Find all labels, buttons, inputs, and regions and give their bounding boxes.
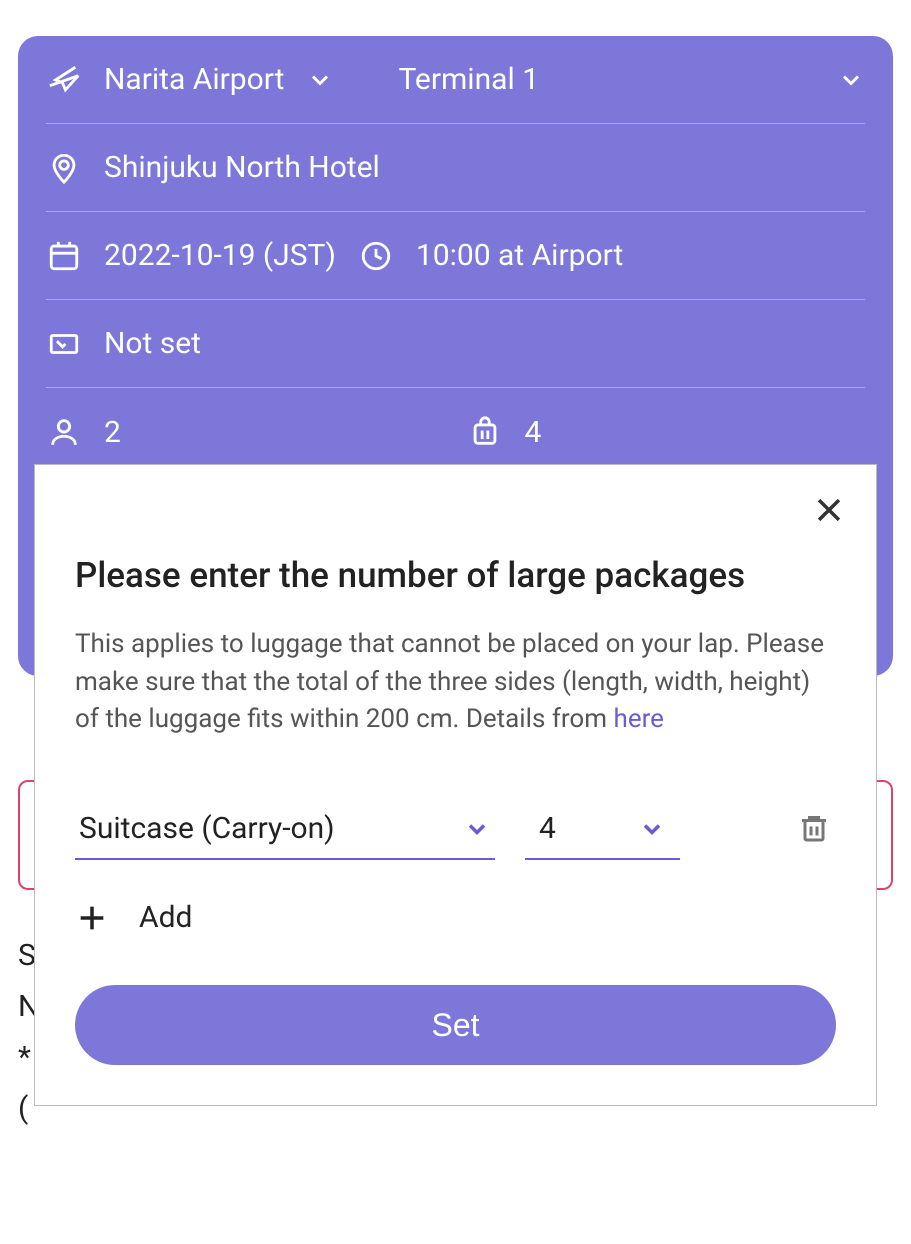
luggage-type-select[interactable]: Suitcase (Carry-on): [75, 799, 495, 860]
modal-title: Please enter the number of large package…: [75, 555, 836, 596]
luggage-modal: Please enter the number of large package…: [34, 464, 877, 1106]
details-link[interactable]: here: [614, 704, 664, 734]
luggage-item-row: Suitcase (Carry-on) 4: [75, 799, 836, 860]
chevron-down-icon: [463, 815, 491, 843]
chevron-down-icon[interactable]: [837, 66, 865, 94]
destination-row[interactable]: Shinjuku North Hotel: [46, 124, 865, 212]
time-label: 10:00 at Airport: [416, 238, 623, 273]
luggage-count: 4: [525, 415, 542, 450]
airport-label: Narita Airport: [104, 62, 284, 97]
add-label: Add: [139, 900, 192, 935]
location-pin-icon: [46, 150, 82, 186]
add-luggage-button[interactable]: Add: [75, 900, 836, 935]
clock-icon: [358, 238, 394, 274]
date-label: 2022-10-19 (JST): [104, 238, 336, 273]
plus-icon: [75, 901, 109, 935]
luggage-qty-select[interactable]: 4: [525, 799, 680, 860]
luggage-qty-value: 4: [539, 811, 556, 846]
person-icon: [46, 414, 82, 450]
chevron-down-icon: [306, 66, 334, 94]
flight-label: Not set: [104, 326, 201, 361]
ticket-icon: [46, 326, 82, 362]
passenger-count-field[interactable]: 2: [46, 414, 445, 450]
destination-label: Shinjuku North Hotel: [104, 150, 380, 185]
luggage-type-value: Suitcase (Carry-on): [79, 811, 335, 846]
airport-row[interactable]: Narita Airport Terminal 1: [46, 36, 865, 124]
datetime-row[interactable]: 2022-10-19 (JST) 10:00 at Airport: [46, 212, 865, 300]
set-button[interactable]: Set: [75, 985, 836, 1065]
delete-button[interactable]: [796, 810, 836, 850]
calendar-icon: [46, 238, 82, 274]
luggage-count-field[interactable]: 4: [467, 414, 866, 450]
modal-description: This applies to luggage that cannot be p…: [75, 626, 836, 739]
terminal-label: Terminal 1: [398, 62, 539, 97]
passenger-count: 2: [104, 415, 121, 450]
airplane-icon: [46, 62, 82, 98]
luggage-icon: [467, 414, 503, 450]
flight-row[interactable]: Not set: [46, 300, 865, 388]
close-button[interactable]: [812, 493, 846, 527]
counts-row: 2 4: [46, 388, 865, 476]
modal-desc-text: This applies to luggage that cannot be p…: [75, 629, 824, 734]
chevron-down-icon: [638, 815, 666, 843]
